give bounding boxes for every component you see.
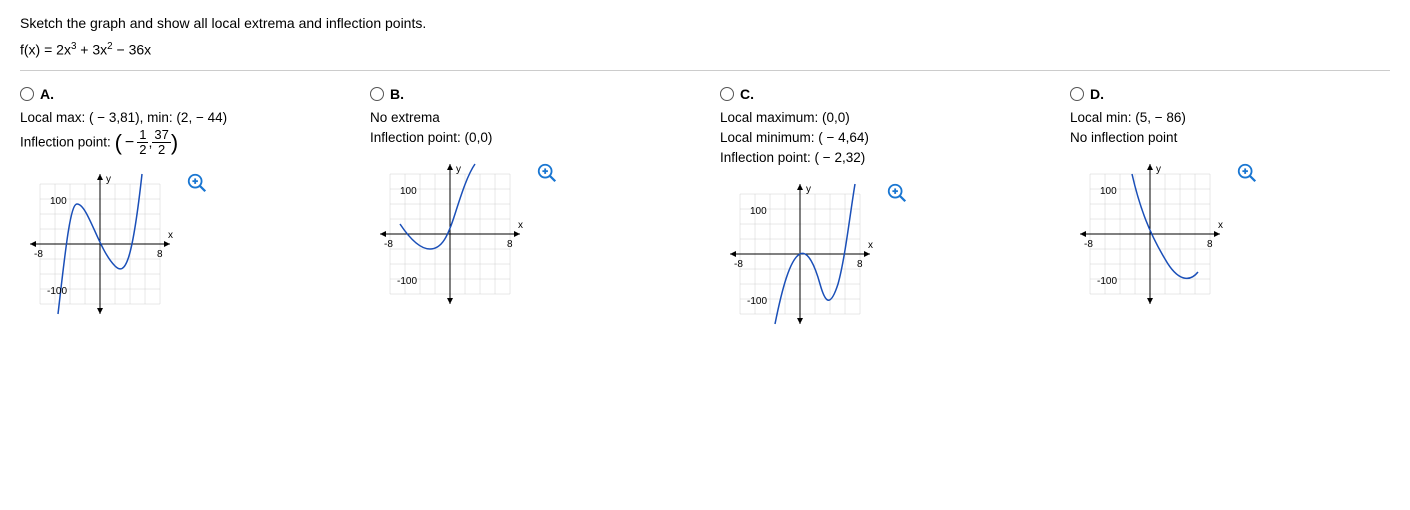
frac-num1: 1 [137, 128, 148, 143]
zoom-icon[interactable] [536, 162, 558, 184]
option-A-infl-label: Inflection point: [20, 134, 111, 149]
function-formula: f(x) = 2x3 + 3x2 − 36x [20, 41, 1390, 71]
axis-Aneg-x: -8 [34, 249, 43, 260]
graph-B: 100 -100 -8 8 y x [370, 154, 530, 314]
axis-Cneg-y: -100 [747, 296, 767, 307]
option-A: A. Local max: ( − 3,81), min: (2, − 44) … [20, 86, 340, 338]
option-D-letter: D. [1090, 86, 1104, 102]
frac-den2: 2 [152, 143, 170, 157]
axis-Dneg-x: -8 [1084, 239, 1093, 250]
radio-A[interactable] [20, 87, 34, 101]
axis-Dpos-x: 8 [1207, 239, 1213, 250]
axis-Bpos-y: 100 [400, 186, 417, 197]
axis-Cxlabel: x [868, 240, 873, 251]
options-row: A. Local max: ( − 3,81), min: (2, − 44) … [20, 86, 1390, 338]
graph-A-wrap: 100 -100 -8 8 y x [20, 164, 180, 324]
axis-Dneg-y: -100 [1097, 276, 1117, 287]
axis-Dxlabel: x [1218, 220, 1223, 231]
option-C-line3: Inflection point: ( − 2,32) [720, 148, 1040, 168]
radio-B[interactable] [370, 87, 384, 101]
radio-C[interactable] [720, 87, 734, 101]
axis-Apos-x: 8 [157, 249, 163, 260]
option-B: B. No extrema Inflection point: (0,0) [370, 86, 690, 338]
option-C-line1: Local maximum: (0,0) [720, 108, 1040, 128]
option-C-letter: C. [740, 86, 754, 102]
option-C-text: Local maximum: (0,0) Local minimum: ( − … [720, 108, 1040, 169]
question-prompt: Sketch the graph and show all local extr… [20, 15, 1390, 31]
option-A-text: Local max: ( − 3,81), min: (2, − 44) Inf… [20, 108, 340, 158]
option-B-line1: No extrema [370, 108, 690, 128]
axis-Apos-y: 100 [50, 196, 67, 207]
axis-Bpos-x: 8 [507, 239, 513, 250]
axis-Cpos-x: 8 [857, 259, 863, 270]
graph-D-wrap: 100 -100 -8 8 y x [1070, 154, 1230, 314]
axis-Cneg-x: -8 [734, 259, 743, 270]
axis-Aneg-y: -100 [47, 286, 67, 297]
axis-Cpos-y: 100 [750, 206, 767, 217]
axis-Dpos-y: 100 [1100, 186, 1117, 197]
zoom-icon[interactable] [186, 172, 208, 194]
frac-num2: 37 [152, 128, 170, 143]
option-B-text: No extrema Inflection point: (0,0) [370, 108, 690, 149]
option-A-letter: A. [40, 86, 54, 102]
axis-Cylabel: y [806, 184, 811, 195]
option-B-letter: B. [390, 86, 404, 102]
frac-den1: 2 [137, 143, 148, 157]
graph-A: 100 -100 -8 8 y x [20, 164, 180, 324]
axis-Dylabel: y [1156, 164, 1161, 175]
axis-Aylabel: y [106, 174, 111, 185]
axis-Bylabel: y [456, 164, 461, 175]
option-A-line1: Local max: ( − 3,81), min: (2, − 44) [20, 108, 340, 128]
graph-D: 100 -100 -8 8 y x [1070, 154, 1230, 314]
option-B-line2: Inflection point: (0,0) [370, 128, 690, 148]
option-D-line2: No inflection point [1070, 128, 1390, 148]
graph-C-wrap: 100 -100 -8 8 y x [720, 174, 880, 334]
axis-Bneg-x: -8 [384, 239, 393, 250]
zoom-icon[interactable] [1236, 162, 1258, 184]
option-C: C. Local maximum: (0,0) Local minimum: (… [720, 86, 1040, 338]
option-D: D. Local min: (5, − 86) No inflection po… [1070, 86, 1390, 338]
axis-Bneg-y: -100 [397, 276, 417, 287]
radio-D[interactable] [1070, 87, 1084, 101]
axis-Axlabel: x [168, 230, 173, 241]
zoom-icon[interactable] [886, 182, 908, 204]
option-A-line2: Inflection point: (−12,372) [20, 128, 340, 158]
option-D-text: Local min: (5, − 86) No inflection point [1070, 108, 1390, 149]
option-C-line2: Local minimum: ( − 4,64) [720, 128, 1040, 148]
axis-Bxlabel: x [518, 220, 523, 231]
graph-C: 100 -100 -8 8 y x [720, 174, 880, 334]
graph-B-wrap: 100 -100 -8 8 y x [370, 154, 530, 314]
option-D-line1: Local min: (5, − 86) [1070, 108, 1390, 128]
